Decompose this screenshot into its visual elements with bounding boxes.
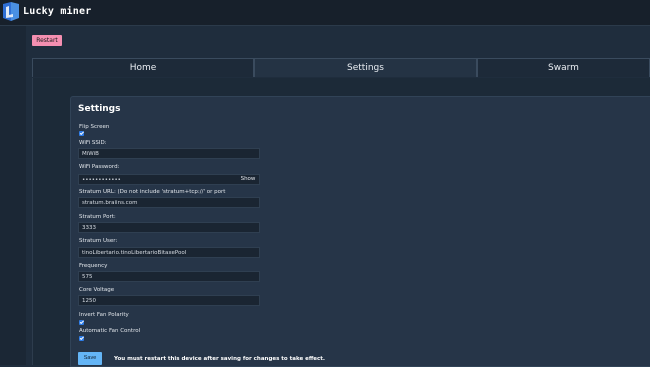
wifi-ssid-label: WiFi SSID: bbox=[79, 140, 107, 146]
invert-fan-polarity-label: Invert Fan Polarity bbox=[79, 312, 129, 318]
wifi-password-label: WiFi Password: bbox=[79, 164, 120, 170]
stratum-port-label: Stratum Port: bbox=[79, 214, 116, 220]
flip-screen-label: Flip Screen bbox=[79, 124, 110, 130]
core-voltage-input[interactable]: 1250 bbox=[78, 295, 260, 306]
stratum-user-label: Stratum User: bbox=[79, 238, 118, 244]
stratum-url-input[interactable]: stratum.braiins.com bbox=[78, 197, 260, 208]
automatic-fan-control-label: Automatic Fan Control bbox=[79, 328, 141, 334]
top-bar: Lucky miner bbox=[0, 0, 650, 26]
lucky-miner-logo-icon bbox=[3, 2, 19, 21]
save-button[interactable]: Save bbox=[78, 352, 102, 365]
tab-home[interactable]: Home bbox=[32, 58, 254, 77]
invert-fan-polarity-checkbox[interactable] bbox=[79, 320, 84, 325]
core-voltage-label: Core Voltage bbox=[79, 287, 115, 293]
stratum-port-input[interactable]: 3333 bbox=[78, 222, 260, 233]
wifi-ssid-input[interactable]: MiWiB bbox=[78, 148, 260, 159]
tab-bar: Home Settings Swarm bbox=[32, 58, 650, 78]
restart-button[interactable]: Restart bbox=[32, 35, 62, 46]
sidebar bbox=[0, 26, 26, 365]
tab-settings[interactable]: Settings bbox=[254, 58, 477, 77]
frequency-label: Frequency bbox=[79, 263, 108, 269]
automatic-fan-control-checkbox[interactable] bbox=[79, 336, 84, 341]
brand-name: Lucky miner bbox=[23, 6, 92, 17]
restart-note: You must restart this device after savin… bbox=[114, 356, 326, 362]
stratum-url-label: Stratum URL: (Do not include 'stratum+tc… bbox=[79, 189, 226, 195]
flip-screen-checkbox[interactable] bbox=[79, 131, 84, 136]
frequency-input[interactable]: 575 bbox=[78, 271, 260, 282]
stratum-user-input[interactable]: tinoLibertario.tinoLibertarioBitaxePool bbox=[78, 247, 260, 258]
settings-title: Settings bbox=[78, 104, 121, 114]
show-password-button[interactable]: Show bbox=[236, 174, 260, 185]
tab-swarm[interactable]: Swarm bbox=[477, 58, 650, 77]
wifi-password-input[interactable]: •••••••••••• bbox=[78, 174, 260, 185]
